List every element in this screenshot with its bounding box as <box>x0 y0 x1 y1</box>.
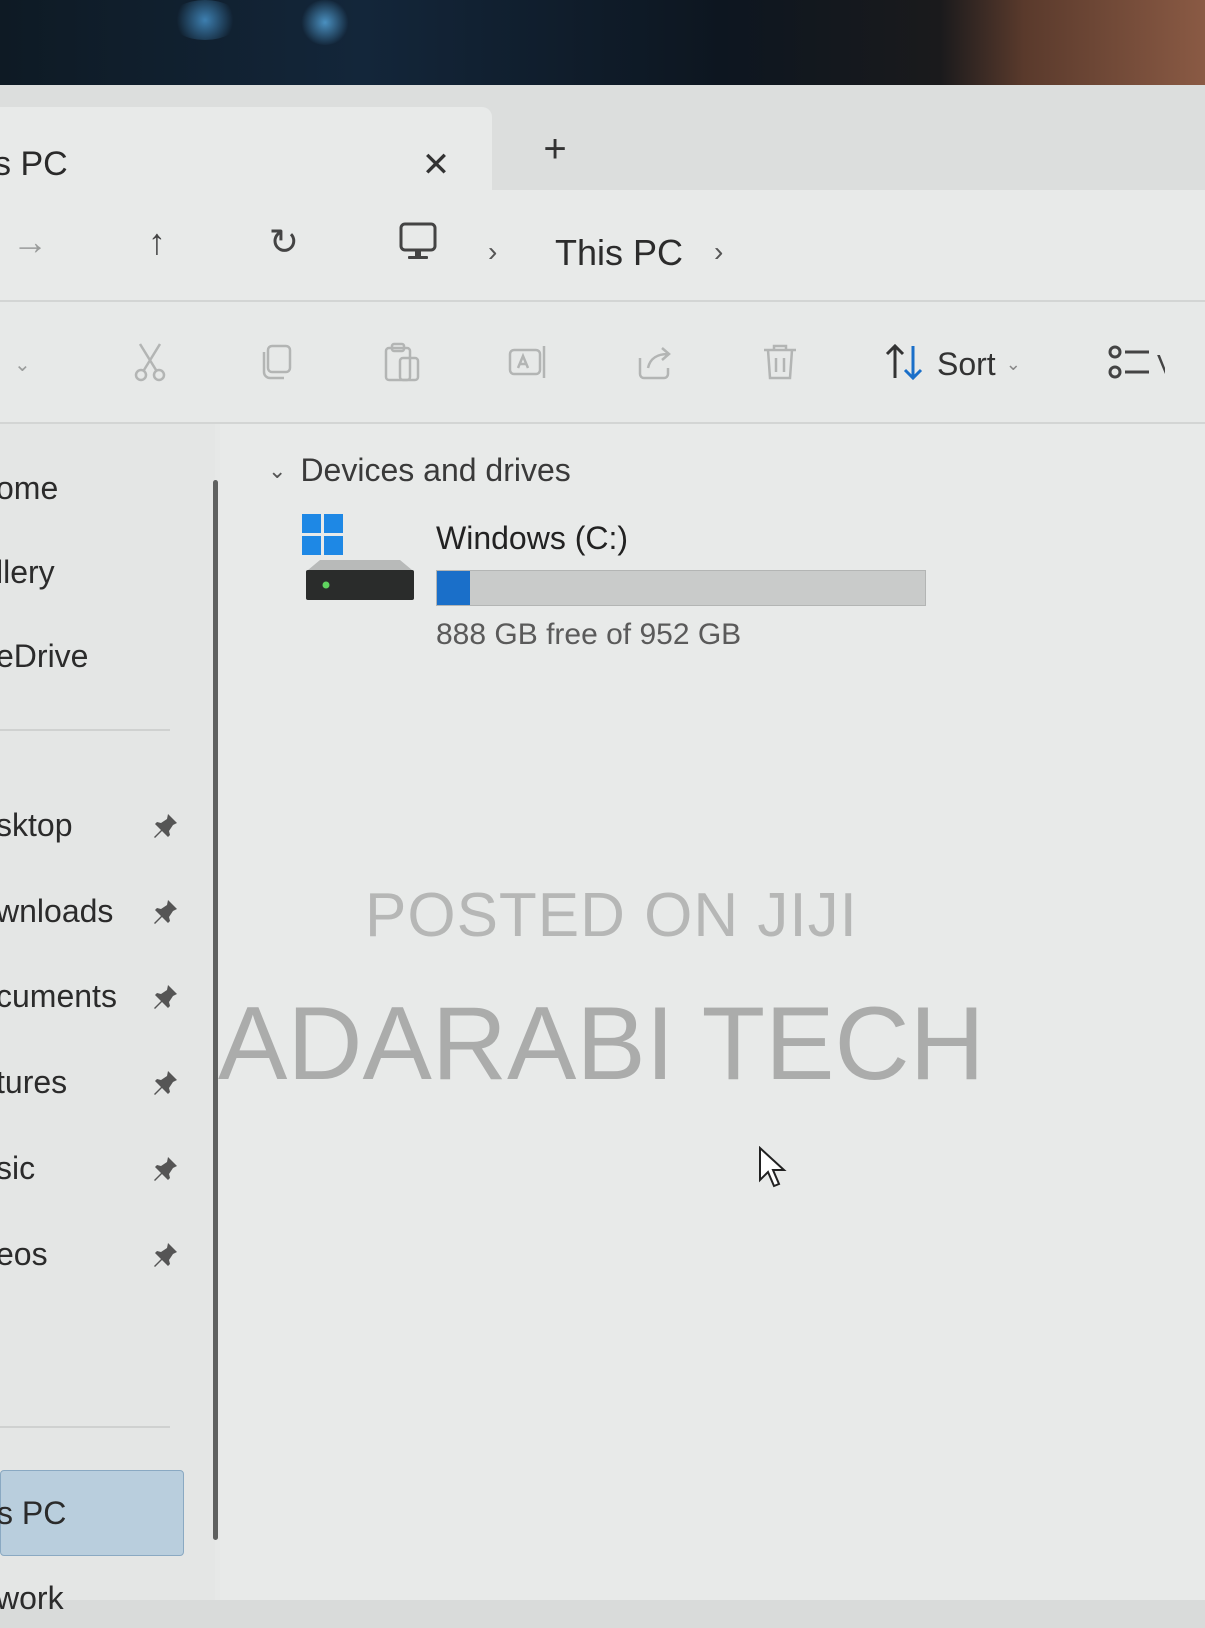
share-icon[interactable] <box>632 340 676 384</box>
navigation-bar: → ↑ ↻ › This PC › <box>0 190 1205 302</box>
pin-icon[interactable] <box>150 1068 180 1098</box>
command-bar: ⌄ Sort ⌄ V <box>0 302 1205 424</box>
drive-item[interactable]: Windows (C:) 888 GB free of 952 GB <box>300 514 940 654</box>
wallpaper-glow <box>170 0 240 40</box>
sort-icon <box>883 340 927 389</box>
pin-icon[interactable] <box>150 811 180 841</box>
sidebar-item-gallery[interactable]: llery <box>0 546 200 602</box>
drive-free-space: 888 GB free of 952 GB <box>436 618 742 651</box>
sidebar-item-desktop[interactable]: sktop <box>0 799 200 855</box>
pin-icon[interactable] <box>150 982 180 1012</box>
sort-button[interactable]: Sort ⌄ <box>883 342 1021 386</box>
sidebar-item-downloads[interactable]: wnloads <box>0 885 200 941</box>
view-button[interactable]: V <box>1105 340 1176 389</box>
watermark-line-2: ADARABI TECH <box>218 986 985 1102</box>
sidebar-item-label: sktop <box>0 807 73 843</box>
pin-icon[interactable] <box>150 1240 180 1270</box>
close-tab-icon[interactable]: ✕ <box>418 147 454 183</box>
chevron-down-icon: ⌄ <box>268 457 287 483</box>
forward-icon[interactable]: → <box>8 220 52 264</box>
new-dropdown-chevron-icon[interactable]: ⌄ <box>14 352 31 377</box>
sort-label: Sort <box>937 345 996 382</box>
sidebar-item-network[interactable]: work <box>0 1572 200 1628</box>
sidebar-item-label: llery <box>0 554 55 590</box>
tab-bar: s PC ✕ + <box>0 85 1205 190</box>
mouse-cursor-icon <box>758 1145 788 1192</box>
sidebar-divider <box>0 729 170 731</box>
cut-icon[interactable] <box>128 340 172 384</box>
sidebar-item-label: cuments <box>0 978 117 1014</box>
pin-icon[interactable] <box>150 897 180 927</box>
sidebar-item-music[interactable]: sic <box>0 1142 200 1198</box>
sidebar-item-label: s PC <box>0 1495 67 1531</box>
breadcrumb-separator-icon[interactable]: › <box>488 236 497 268</box>
view-label: V <box>1157 349 1165 380</box>
sidebar-item-label: ome <box>0 470 59 506</box>
refresh-icon[interactable]: ↻ <box>262 220 306 264</box>
sidebar-divider <box>0 1426 170 1428</box>
navigation-pane: ome llery eDrive sktop wnloads cuments t… <box>0 424 215 1616</box>
sidebar-item-videos[interactable]: eos <box>0 1228 200 1284</box>
drive-usage-fill <box>437 571 470 605</box>
sidebar-item-this-pc[interactable]: s PC <box>0 1470 184 1556</box>
devices-group-header[interactable]: ⌄ Devices and drives <box>268 452 571 489</box>
sidebar-item-label: tures <box>0 1064 68 1100</box>
tab-this-pc[interactable]: s PC ✕ <box>0 107 492 190</box>
paste-icon[interactable] <box>380 340 424 384</box>
sort-chevron-icon: ⌄ <box>1005 353 1021 374</box>
sidebar-item-label: eos <box>0 1236 48 1272</box>
sidebar-item-home[interactable]: ome <box>0 462 200 518</box>
drive-name: Windows (C:) <box>436 520 629 556</box>
sidebar-item-pictures[interactable]: tures <box>0 1056 200 1112</box>
up-icon[interactable]: ↑ <box>135 220 179 264</box>
pin-icon[interactable] <box>150 1154 180 1184</box>
sidebar-item-documents[interactable]: cuments <box>0 970 200 1026</box>
new-tab-icon[interactable]: + <box>535 129 575 169</box>
watermark-line-1: POSTED ON JIJI <box>365 881 858 950</box>
group-label: Devices and drives <box>300 452 571 488</box>
computer-icon[interactable] <box>398 220 438 264</box>
sidebar-item-label: eDrive <box>0 638 89 674</box>
drive-usage-bar <box>436 570 926 606</box>
sidebar-item-label: sic <box>0 1150 36 1186</box>
tab-title: s PC <box>0 145 68 183</box>
rename-icon[interactable] <box>506 340 550 384</box>
breadcrumb-this-pc[interactable]: This PC <box>555 232 683 274</box>
sidebar-item-label: wnloads <box>0 893 114 929</box>
sidebar-item-onedrive[interactable]: eDrive <box>0 630 200 686</box>
file-explorer-window: s PC ✕ + → ↑ ↻ › This PC › ⌄ Sort ⌄ ome … <box>0 85 1205 1616</box>
view-icon: V <box>1105 340 1176 389</box>
copy-icon[interactable] <box>254 340 298 384</box>
breadcrumb-separator-icon[interactable]: › <box>714 236 723 268</box>
sidebar-item-label: work <box>0 1580 64 1616</box>
drive-icon <box>300 514 420 614</box>
wallpaper-glow <box>300 0 350 45</box>
delete-icon[interactable] <box>758 340 802 384</box>
